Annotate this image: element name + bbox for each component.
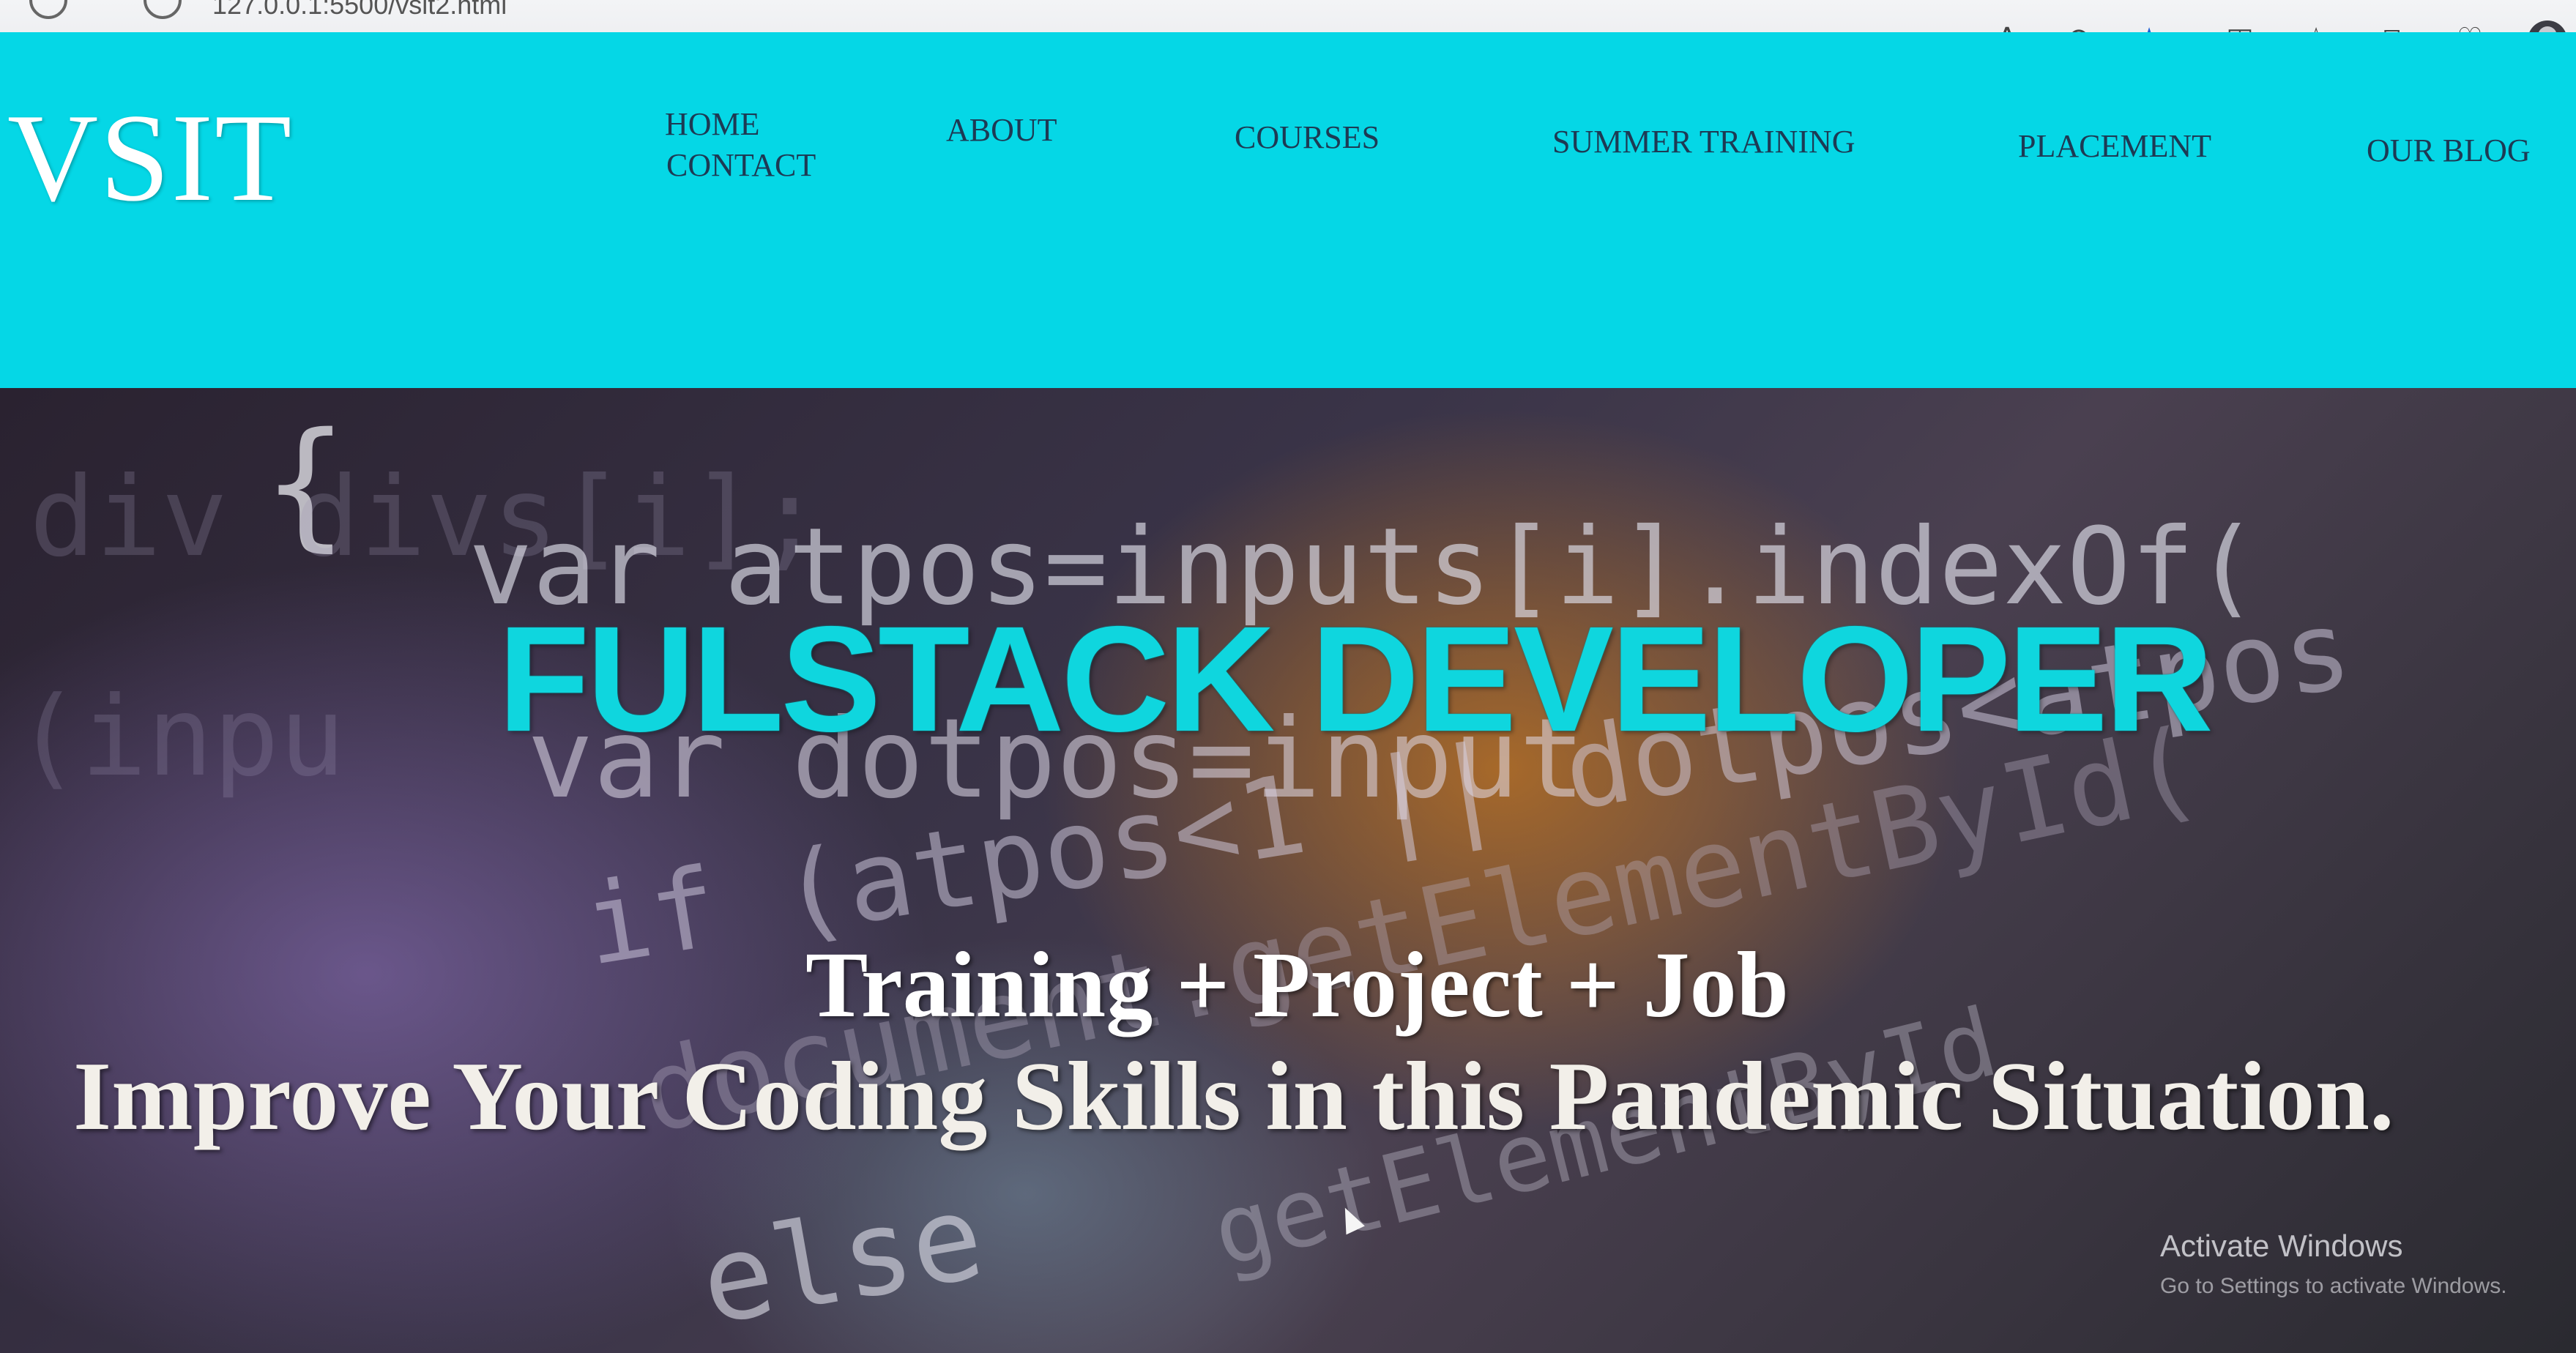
nav-contact[interactable]: CONTACT (666, 146, 816, 184)
reload-icon[interactable] (144, 0, 182, 19)
hero-title: FULSTACK DEVELOPER (498, 595, 2214, 763)
hero-tagline: Training + Project + Job (805, 933, 1789, 1037)
nav-placement[interactable]: PLACEMENT (2018, 127, 2211, 165)
nav-home[interactable]: HOME (665, 105, 760, 143)
activate-windows-title: Activate Windows (2160, 1229, 2403, 1263)
back-icon[interactable] (29, 0, 67, 19)
nav-courses[interactable]: COURSES (1235, 119, 1380, 156)
hero-subtitle: Improve Your Coding Skills in this Pande… (73, 1042, 2394, 1150)
code-line: else (690, 1167, 993, 1352)
nav-about[interactable]: ABOUT (946, 111, 1057, 149)
hero-section: { div divs[i]; var atpos=inputs[i].index… (0, 388, 2576, 1353)
nav-our-blog[interactable]: OUR BLOG (2367, 132, 2531, 169)
address-bar[interactable]: 127.0.0.1:5500/vsit2.html (212, 0, 507, 20)
nav-summer-training[interactable]: SUMMER TRAINING (1552, 123, 1855, 160)
site-header: VSIT HOME CONTACT ABOUT COURSES SUMMER T… (0, 32, 2576, 403)
activate-windows-subtitle: Go to Settings to activate Windows. (2160, 1274, 2507, 1298)
code-line: (inpu (15, 674, 346, 801)
site-logo[interactable]: VSIT (7, 95, 293, 221)
